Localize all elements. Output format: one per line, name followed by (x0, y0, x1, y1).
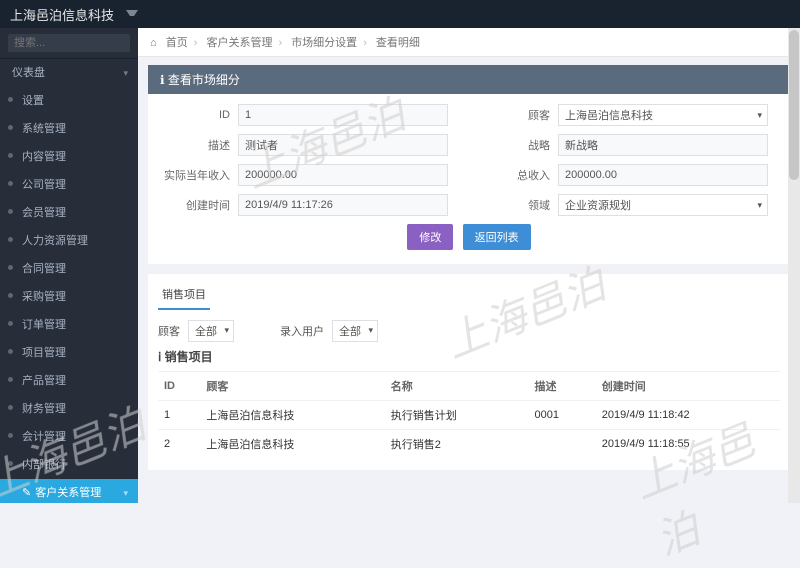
table-row[interactable]: 2 上海邑泊信息科技 执行销售2 2019/4/9 11:18:55 (158, 430, 780, 459)
table-row[interactable]: 1 上海邑泊信息科技 执行销售计划 0001 2019/4/9 11:18:42 (158, 401, 780, 430)
filter-user-select[interactable]: 全部▾ (332, 320, 378, 342)
field-created (238, 194, 448, 216)
panel-header: ℹ 查看市场细分 (148, 65, 790, 94)
cell-id: 2 (158, 430, 200, 459)
field-desc (238, 134, 448, 156)
sidebar-item-contract-mgmt[interactable]: 合同管理 (0, 255, 138, 283)
cell-name: 执行销售计划 (385, 401, 529, 430)
field-annual-income (238, 164, 448, 186)
sidebar-item-product-mgmt[interactable]: 产品管理 (0, 367, 138, 395)
sidebar-item-accounting-mgmt[interactable]: 会计管理 (0, 423, 138, 451)
crumb-crm[interactable]: 客户关系管理 (206, 37, 272, 49)
sales-subpanel: 销售项目 顾客 全部▾ 录入用户 全部▾ ⅰ 销售项目 ID 顾客 名称 (148, 274, 790, 470)
sidebar-item-dashboard[interactable]: 仪表盘▾ (0, 59, 138, 87)
sidebar-item-settings[interactable]: 设置 (0, 87, 138, 115)
crumb-home[interactable]: 首页 (166, 37, 188, 49)
filter-label-customer: 顾客 (158, 323, 180, 339)
sidebar-item-system-mgmt[interactable]: 系统管理 (0, 115, 138, 143)
label-desc: 描述 (158, 137, 238, 153)
col-customer[interactable]: 顾客 (200, 372, 384, 401)
sidebar-item-hr-mgmt[interactable]: 人力资源管理 (0, 227, 138, 255)
home-icon[interactable]: ⌂ (150, 37, 157, 49)
cell-created: 2019/4/9 11:18:55 (596, 430, 780, 459)
col-desc[interactable]: 描述 (529, 372, 596, 401)
sidebar-item-company-mgmt[interactable]: 公司管理 (0, 171, 138, 199)
sales-table: ID 顾客 名称 描述 创建时间 1 上海邑泊信息科技 执行销售计划 0001 (158, 371, 780, 458)
filter-customer-select[interactable]: 全部▾ (188, 320, 234, 342)
tab-sales[interactable]: 销售项目 (158, 282, 210, 310)
sidebar-item-project-mgmt[interactable]: 项目管理 (0, 339, 138, 367)
filter-label-user: 录入用户 (280, 323, 324, 339)
chevron-down-icon: ▾ (224, 325, 229, 336)
crumb-detail: 查看明细 (376, 37, 420, 49)
sidebar: 仪表盘▾ 设置 系统管理 内容管理 公司管理 会员管理 人力资源管理 合同管理 … (0, 28, 138, 503)
sidebar-search-input[interactable] (8, 34, 130, 52)
detail-panel: ID 顾客▾ 描述 战略 实际当年收入 总收入 创建时间 领域▾ (148, 94, 790, 264)
main-content: ⌂ 首页› 客户关系管理› 市场细分设置› 查看明细 ℹ 查看市场细分 ID 顾… (138, 28, 800, 503)
sidebar-nav: 仪表盘▾ 设置 系统管理 内容管理 公司管理 会员管理 人力资源管理 合同管理 … (0, 59, 138, 503)
cell-desc: 0001 (529, 401, 596, 430)
edit-button[interactable]: 修改 (407, 224, 453, 250)
field-strategy (558, 134, 768, 156)
vertical-scrollbar-thumb[interactable] (789, 30, 799, 180)
label-domain: 领域 (478, 197, 558, 213)
col-id[interactable]: ID (158, 372, 200, 401)
cell-customer: 上海邑泊信息科技 (200, 401, 384, 430)
label-created: 创建时间 (158, 197, 238, 213)
breadcrumb: ⌂ 首页› 客户关系管理› 市场细分设置› 查看明细 (138, 28, 800, 57)
field-id (238, 104, 448, 126)
col-name[interactable]: 名称 (385, 372, 529, 401)
topbar-menu-icon[interactable] (126, 10, 138, 18)
sales-section-title: ⅰ 销售项目 (158, 348, 780, 365)
col-created[interactable]: 创建时间 (596, 372, 780, 401)
back-button[interactable]: 返回列表 (463, 224, 531, 250)
crumb-market-segment[interactable]: 市场细分设置 (291, 37, 357, 49)
sidebar-item-finance-mgmt[interactable]: 财务管理 (0, 395, 138, 423)
sidebar-item-internal-bank[interactable]: 内部银行 (0, 451, 138, 479)
field-total-income (558, 164, 768, 186)
info-icon: ℹ (160, 73, 165, 87)
cell-id: 1 (158, 401, 200, 430)
label-customer: 顾客 (478, 107, 558, 123)
field-domain[interactable] (558, 194, 768, 216)
field-customer[interactable] (558, 104, 768, 126)
cell-name: 执行销售2 (385, 430, 529, 459)
panel-title: 查看市场细分 (168, 73, 240, 87)
chevron-down-icon: ▾ (368, 325, 373, 336)
sidebar-item-member-mgmt[interactable]: 会员管理 (0, 199, 138, 227)
cell-customer: 上海邑泊信息科技 (200, 430, 384, 459)
sidebar-item-order-mgmt[interactable]: 订单管理 (0, 311, 138, 339)
brand-title: 上海邑泊信息科技 (10, 5, 114, 24)
label-total-income: 总收入 (478, 167, 558, 183)
cell-desc (529, 430, 596, 459)
cell-created: 2019/4/9 11:18:42 (596, 401, 780, 430)
label-id: ID (158, 109, 238, 121)
label-strategy: 战略 (478, 137, 558, 153)
sidebar-item-purchase-mgmt[interactable]: 采购管理 (0, 283, 138, 311)
label-annual-income: 实际当年收入 (158, 167, 238, 183)
sidebar-item-crm[interactable]: ✎客户关系管理▾ (0, 479, 138, 503)
sidebar-item-content-mgmt[interactable]: 内容管理 (0, 143, 138, 171)
